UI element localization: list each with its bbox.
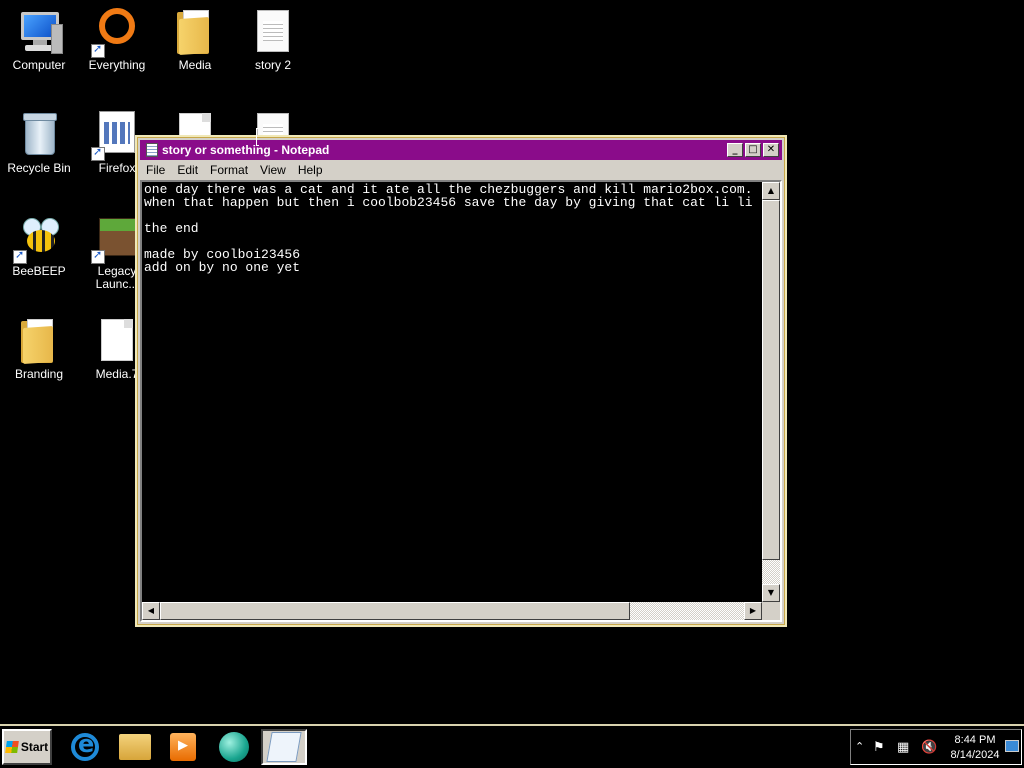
taskbar: Start ⌃ ⚑ ▦ 🔇 8:44 PM 8/14/2024 bbox=[0, 724, 1024, 768]
start-label: Start bbox=[20, 740, 49, 754]
menu-edit[interactable]: Edit bbox=[171, 163, 204, 177]
document-text[interactable]: one day there was a cat and it ate all t… bbox=[144, 183, 760, 602]
window-title: story or something - Notepad bbox=[162, 143, 330, 157]
shortcut-arrow-icon bbox=[91, 42, 105, 58]
shortcut-arrow-icon bbox=[91, 248, 105, 264]
system-tray: ⌃ ⚑ ▦ 🔇 8:44 PM 8/14/2024 bbox=[850, 729, 1022, 765]
beebeep-icon bbox=[13, 214, 63, 264]
menu-format[interactable]: Format bbox=[204, 163, 254, 177]
desktop-icon-everything[interactable]: Everything bbox=[78, 8, 156, 72]
show-hidden-icons-chevron-icon[interactable]: ⌃ bbox=[855, 740, 864, 753]
clock-time: 8:44 PM bbox=[954, 734, 996, 746]
minecraft-grass-block-icon bbox=[91, 214, 141, 264]
menu-file[interactable]: File bbox=[140, 163, 171, 177]
scroll-right-button[interactable]: ▶ bbox=[744, 602, 762, 620]
start-button[interactable]: Start bbox=[2, 729, 52, 765]
desktop-icon-branding-folder[interactable]: Branding bbox=[0, 317, 78, 381]
desktop-icon-computer[interactable]: Computer bbox=[0, 8, 78, 72]
folder-icon bbox=[15, 317, 63, 365]
horizontal-scrollbar[interactable]: ◀ ▶ bbox=[142, 602, 762, 620]
shortcut-arrow-icon bbox=[13, 248, 27, 264]
windows-logo-icon bbox=[4, 741, 19, 753]
text-document-icon bbox=[249, 8, 297, 56]
desktop-icon-label: Media bbox=[178, 58, 212, 72]
everything-icon bbox=[91, 8, 141, 58]
desktop-icon-recycle-bin[interactable]: Recycle Bin bbox=[0, 111, 78, 175]
computer-icon bbox=[15, 8, 63, 56]
desktop-icon-media-folder[interactable]: Media bbox=[156, 8, 234, 72]
menu-help[interactable]: Help bbox=[292, 163, 329, 177]
vertical-scroll-thumb[interactable] bbox=[762, 200, 780, 560]
notepad-icon[interactable] bbox=[146, 143, 158, 157]
desktop-icon-beebeep[interactable]: BeeBEEP bbox=[0, 214, 78, 278]
desktop-icon-label: story 2 bbox=[254, 58, 291, 72]
desktop-icon-story-2[interactable]: story 2 bbox=[234, 8, 312, 72]
teal-globe-icon bbox=[219, 732, 249, 762]
notepad-icon bbox=[266, 732, 302, 762]
shortcut-arrow-icon bbox=[91, 145, 105, 161]
recycle-bin-icon bbox=[15, 111, 63, 159]
clock[interactable]: 8:44 PM 8/14/2024 bbox=[943, 733, 1007, 763]
scroll-left-button[interactable]: ◀ bbox=[142, 602, 160, 620]
minimize-button[interactable]: _ bbox=[727, 143, 743, 157]
window-titlebar[interactable]: story or something - Notepad _ □ ✕ bbox=[140, 140, 782, 160]
desktop-icon-label: Computer bbox=[12, 58, 66, 72]
maximize-button[interactable]: □ bbox=[745, 143, 761, 157]
horizontal-scroll-thumb[interactable] bbox=[160, 602, 630, 620]
action-center-flag-icon[interactable]: ⚑ bbox=[873, 740, 885, 755]
folder-icon bbox=[119, 734, 151, 760]
scroll-up-button[interactable]: ▲ bbox=[762, 182, 780, 200]
desktop-icon-label: Everything bbox=[88, 58, 146, 72]
i-beam-cursor-icon bbox=[256, 128, 259, 146]
clock-date: 8/14/2024 bbox=[950, 749, 1000, 761]
network-icon[interactable]: ▦ bbox=[897, 740, 909, 755]
desktop-icon-label: BeeBEEP bbox=[12, 264, 66, 278]
menu-view[interactable]: View bbox=[254, 163, 292, 177]
blank-file-icon bbox=[93, 317, 141, 365]
resize-grip[interactable] bbox=[762, 602, 780, 620]
show-desktop-button[interactable] bbox=[1005, 740, 1019, 752]
menu-bar: File Edit Format View Help bbox=[140, 161, 782, 179]
taskbar-file-explorer[interactable] bbox=[112, 729, 158, 765]
taskbar-media-player[interactable] bbox=[160, 729, 206, 765]
desktop-icon-label: Recycle Bin bbox=[7, 161, 71, 175]
taskbar-internet-explorer[interactable] bbox=[62, 729, 108, 765]
close-button[interactable]: ✕ bbox=[763, 143, 779, 157]
scroll-down-button[interactable]: ▼ bbox=[762, 584, 780, 602]
desktop-icon-label: Branding bbox=[14, 367, 64, 381]
firefox-shortcut-icon bbox=[91, 111, 141, 161]
media-player-icon bbox=[170, 733, 196, 761]
text-editor-area[interactable]: one day there was a cat and it ate all t… bbox=[140, 180, 782, 622]
vertical-scrollbar[interactable]: ▲ ▼ bbox=[762, 182, 780, 602]
internet-explorer-icon bbox=[71, 730, 99, 761]
folder-icon bbox=[171, 8, 219, 56]
volume-muted-icon[interactable]: 🔇 bbox=[921, 740, 937, 755]
taskbar-teal-app[interactable] bbox=[211, 729, 257, 765]
notepad-window[interactable]: story or something - Notepad _ □ ✕ File … bbox=[135, 135, 787, 627]
taskbar-notepad[interactable] bbox=[261, 729, 307, 765]
